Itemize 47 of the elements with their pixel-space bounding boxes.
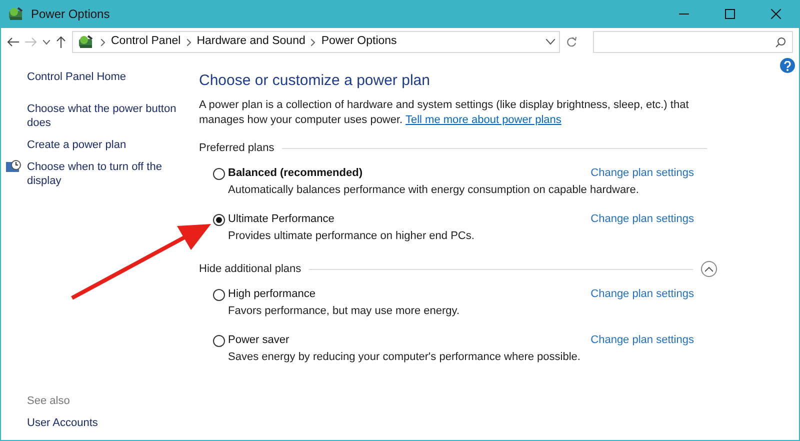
sidebar-link[interactable]: Create a power plan [27,138,199,152]
close-icon [771,9,781,19]
breadcrumb-link[interactable]: Control Panel [111,33,181,51]
address-bar[interactable]: Control Panel Hardware and Sound Power Options [72,31,560,53]
plan-radio[interactable]: Power saver [213,332,290,349]
chevron-icon [311,38,316,46]
plan-description: Saves energy by reducing your computer's performance where possible. [228,350,582,365]
up-button[interactable] [56,36,66,48]
question-mark-icon [784,60,791,70]
power-options-icon [77,34,95,50]
sidebar-link[interactable]: User Accounts [27,416,199,430]
breadcrumb-link[interactable]: Power Options [321,33,397,51]
window-title: Power Options [31,6,110,23]
breadcrumb-link[interactable]: Hardware and Sound [196,33,306,51]
search-icon [775,36,786,48]
chevron-icon [101,38,105,46]
collapse-button[interactable] [701,261,717,277]
monitor-clock-icon [6,160,21,174]
change-plan-settings-link[interactable]: Change plan settings [590,332,694,349]
plan-radio[interactable]: Balanced (recommended) [213,165,362,182]
sidebar-link[interactable]: Control Panel Home [27,70,199,84]
plan-description: Favors performance, but may use more energy. [228,304,461,319]
description: A power plan is a collection of hardware and system settings (like display brightness, sleep, etc.) that manages how your computer uses power. Tell me more about power plans [199,98,690,128]
group-label: Preferred plans [199,140,274,156]
back-button[interactable] [7,37,19,47]
change-plan-settings-link[interactable]: Change plan settings [590,286,694,303]
power-options-icon [7,6,25,22]
plan-description: Automatically balances performance with energy consumption on capable hardware. [228,183,640,198]
chevron-up-icon [705,266,713,272]
plan-radio[interactable]: Ultimate Performance [213,211,334,228]
recent-dropdown-button[interactable] [43,40,50,44]
maximize-icon [725,9,735,19]
see-also-label: See also [27,394,71,408]
chevron-icon [186,38,191,46]
change-plan-settings-link[interactable]: Change plan settings [590,165,694,182]
page-heading: Choose or customize a power plan [199,72,431,90]
group-label: Hide additional plans [199,262,302,277]
search-field[interactable] [593,31,793,53]
sidebar-link[interactable]: Choose what the power button does [27,102,199,130]
change-plan-settings-link[interactable]: Change plan settings [590,211,694,228]
dropdown-icon[interactable] [546,39,555,45]
refresh-button[interactable] [566,36,577,48]
help-button[interactable] [780,58,795,73]
plan-radio[interactable]: High performance [213,286,316,303]
plan-description: Provides ultimate performance on higher end PCs. [228,229,476,244]
sidebar-link[interactable]: Choose when to turn off the display [27,160,199,188]
learn-more-link[interactable]: Tell me more about power plans [405,114,562,126]
